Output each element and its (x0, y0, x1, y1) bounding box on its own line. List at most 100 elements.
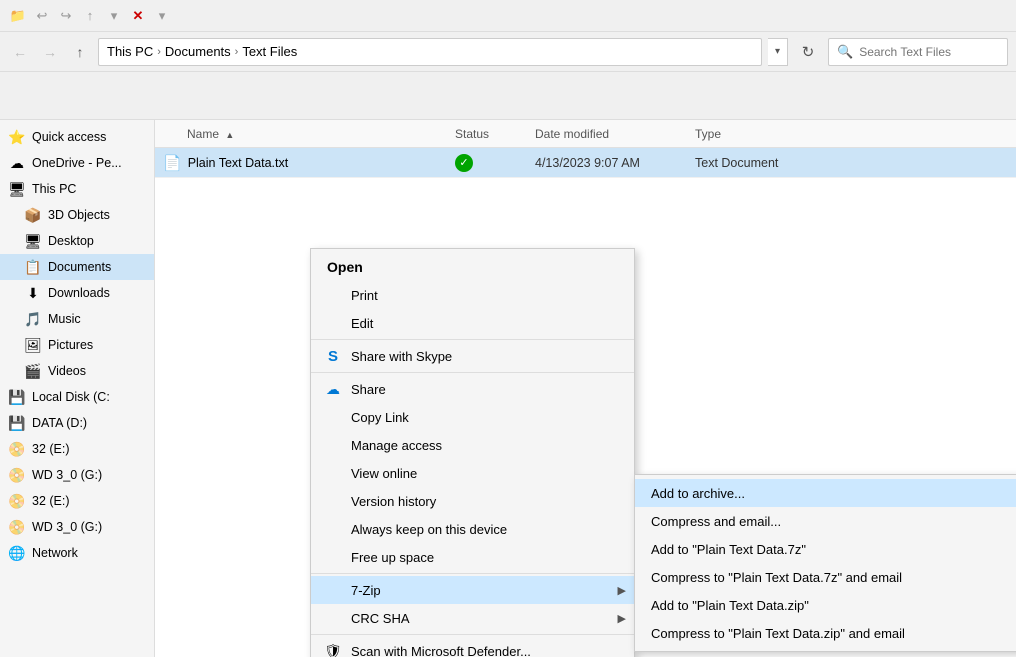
sidebar-item-wd-g[interactable]: 📀 WD 3_0 (G:) (0, 462, 154, 488)
ctx-divider-1 (311, 339, 634, 340)
forward-button[interactable]: → (38, 40, 62, 64)
sidebar: ⭐ Quick access ☁ OneDrive - Pe... 🖥 This… (0, 120, 155, 657)
documents-icon: 📋 (24, 258, 42, 276)
ctx-divider-3 (311, 573, 634, 574)
sidebar-item-3d-objects[interactable]: 📦 3D Objects (0, 202, 154, 228)
skype-icon: S (323, 346, 343, 366)
ctx-7zip[interactable]: 7-Zip ▶ (311, 576, 634, 604)
sidebar-item-32-e[interactable]: 📀 32 (E:) (0, 436, 154, 462)
sidebar-item-local-disk[interactable]: 💾 Local Disk (C: (0, 384, 154, 410)
sidebar-item-data-d[interactable]: 💾 DATA (D:) (0, 410, 154, 436)
onedrive-icon: ☁ (8, 154, 26, 172)
refresh-button[interactable]: ↻ (794, 38, 822, 66)
ctx-manage-access[interactable]: Manage access (311, 431, 634, 459)
ctx-share-cloud[interactable]: ☁ Share (311, 375, 634, 403)
dropdown-icon[interactable]: ▾ (104, 6, 124, 26)
quick-access-icon: ⭐ (8, 128, 26, 146)
file-name: Plain Text Data.txt (188, 156, 289, 170)
more-icon[interactable]: ▾ (152, 6, 172, 26)
sidebar-item-desktop[interactable]: 🖥 Desktop (0, 228, 154, 254)
undo-icon[interactable]: ↩ (32, 6, 52, 26)
sidebar-item-downloads[interactable]: ⬇ Downloads (0, 280, 154, 306)
ctx-share-skype[interactable]: S Share with Skype (311, 342, 634, 370)
wd-g2-icon: 📀 (8, 518, 26, 536)
col-header-status[interactable]: Status (455, 127, 535, 141)
local-disk-icon: 💾 (8, 388, 26, 406)
cloud-share-icon: ☁ (323, 379, 343, 399)
sidebar-label-network: Network (32, 546, 78, 560)
sidebar-label-music: Music (48, 312, 81, 326)
sub-compress-email[interactable]: Compress and email... (635, 507, 1016, 535)
sub-compress-7z-email[interactable]: Compress to "Plain Text Data.7z" and ema… (635, 563, 1016, 591)
sidebar-label-local-disk: Local Disk (C: (32, 390, 110, 404)
32-e2-icon: 📀 (8, 492, 26, 510)
ribbon (0, 72, 1016, 120)
ctx-divider-4 (311, 634, 634, 635)
path-this-pc[interactable]: This PC (107, 44, 153, 59)
sidebar-item-music[interactable]: 🎵 Music (0, 306, 154, 332)
redo-icon[interactable]: ↪ (56, 6, 76, 26)
up-button[interactable]: ↑ (68, 40, 92, 64)
sub-add-7z[interactable]: Add to "Plain Text Data.7z" (635, 535, 1016, 563)
sidebar-label-wd-g: WD 3_0 (G:) (32, 468, 102, 482)
up-icon[interactable]: ↑ (80, 6, 100, 26)
path-documents[interactable]: Documents (165, 44, 231, 59)
ctx-copy-link[interactable]: Copy Link (311, 403, 634, 431)
ctx-edit[interactable]: Edit (311, 309, 634, 337)
ctx-crc-sha[interactable]: CRC SHA ▶ (311, 604, 634, 632)
address-dropdown[interactable]: ▾ (768, 38, 788, 66)
path-text-files[interactable]: Text Files (242, 44, 297, 59)
ctx-scan-defender[interactable]: 🛡 Scan with Microsoft Defender... (311, 637, 634, 657)
sidebar-item-videos[interactable]: 🎬 Videos (0, 358, 154, 384)
ctx-view-online[interactable]: View online (311, 459, 634, 487)
col-header-name[interactable]: Name ▲ (155, 127, 455, 141)
videos-icon: 🎬 (24, 362, 42, 380)
sub-add-zip[interactable]: Add to "Plain Text Data.zip" (635, 591, 1016, 619)
sidebar-label-data-d: DATA (D:) (32, 416, 87, 430)
sidebar-label-onedrive: OneDrive - Pe... (32, 156, 122, 170)
file-cell-type: Text Document (695, 156, 1016, 170)
ctx-version-history[interactable]: Version history (311, 487, 634, 515)
main-layout: ⭐ Quick access ☁ OneDrive - Pe... 🖥 This… (0, 120, 1016, 657)
sidebar-item-documents[interactable]: 📋 Documents (0, 254, 154, 280)
sub-add-archive[interactable]: Add to archive... (635, 479, 1016, 507)
ctx-open[interactable]: Open (311, 253, 634, 281)
sidebar-item-pictures[interactable]: 🖼 Pictures (0, 332, 154, 358)
sidebar-label-this-pc: This PC (32, 182, 76, 196)
search-input[interactable] (859, 45, 1014, 59)
sidebar-item-network[interactable]: 🌐 Network (0, 540, 154, 566)
address-path[interactable]: This PC › Documents › Text Files (98, 38, 762, 66)
sidebar-label-desktop: Desktop (48, 234, 94, 248)
ctx-free-up[interactable]: Free up space (311, 543, 634, 571)
path-sep-1: › (157, 46, 161, 58)
back-button[interactable]: ← (8, 40, 32, 64)
ctx-always-keep[interactable]: Always keep on this device (311, 515, 634, 543)
sidebar-label-wd-g2: WD 3_0 (G:) (32, 520, 102, 534)
sub-compress-zip-email[interactable]: Compress to "Plain Text Data.zip" and em… (635, 619, 1016, 647)
ctx-print[interactable]: Print (311, 281, 634, 309)
3d-objects-icon: 📦 (24, 206, 42, 224)
defender-icon: 🛡 (323, 641, 343, 657)
col-header-date[interactable]: Date modified (535, 127, 695, 141)
address-bar: ← → ↑ This PC › Documents › Text Files ▾… (0, 32, 1016, 72)
sidebar-item-32-e2[interactable]: 📀 32 (E:) (0, 488, 154, 514)
this-pc-icon: 🖥 (8, 180, 26, 198)
pictures-icon: 🖼 (24, 336, 42, 354)
downloads-icon: ⬇ (24, 284, 42, 302)
table-row[interactable]: 📄 Plain Text Data.txt ✓ 4/13/2023 9:07 A… (155, 148, 1016, 178)
file-icon: 📄 (163, 154, 182, 172)
close-icon[interactable]: ✕ (128, 6, 148, 26)
sidebar-item-quick-access[interactable]: ⭐ Quick access (0, 124, 154, 150)
sidebar-item-onedrive[interactable]: ☁ OneDrive - Pe... (0, 150, 154, 176)
col-header-type[interactable]: Type (695, 127, 1016, 141)
sidebar-label-32-e: 32 (E:) (32, 442, 70, 456)
ctx-divider-2 (311, 372, 634, 373)
file-cell-date: 4/13/2023 9:07 AM (535, 156, 695, 170)
data-d-icon: 💾 (8, 414, 26, 432)
sidebar-item-this-pc[interactable]: 🖥 This PC (0, 176, 154, 202)
sidebar-label-documents: Documents (48, 260, 111, 274)
submenu: Add to archive... Compress and email... … (634, 474, 1016, 652)
title-bar-icons: 📁 ↩ ↪ ↑ ▾ ✕ ▾ (8, 6, 172, 26)
search-box[interactable]: 🔍 (828, 38, 1008, 66)
sidebar-item-wd-g2[interactable]: 📀 WD 3_0 (G:) (0, 514, 154, 540)
